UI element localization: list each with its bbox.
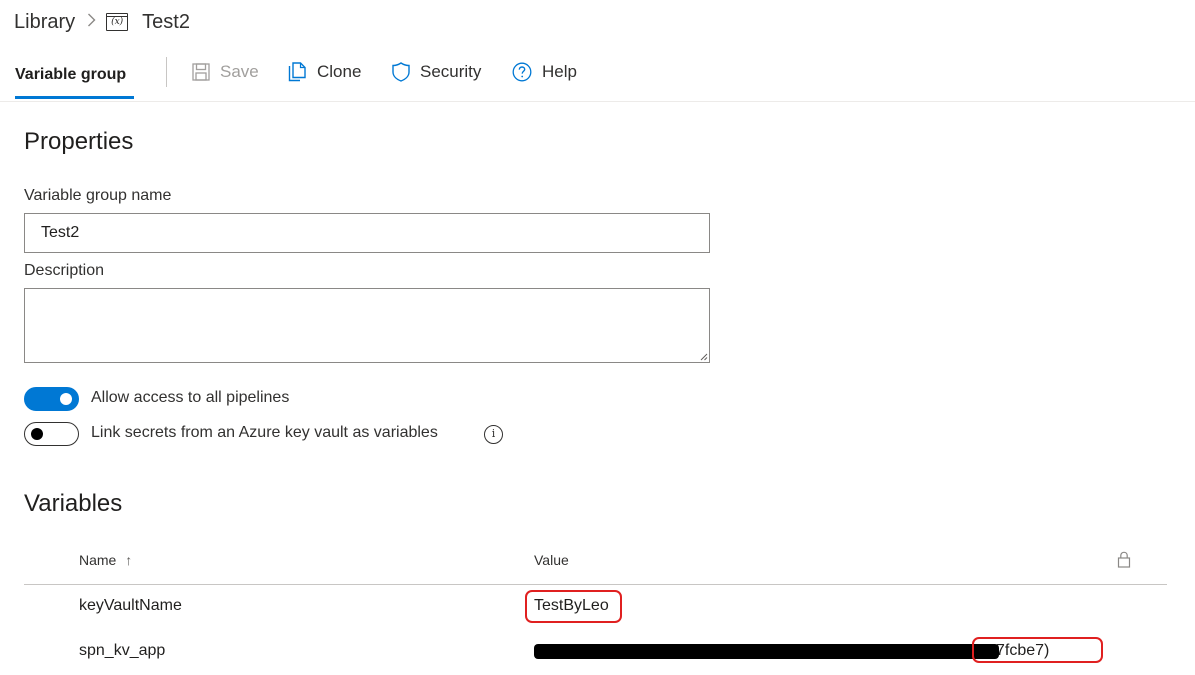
column-name-label: Name xyxy=(79,552,117,568)
help-icon xyxy=(512,62,532,82)
clone-icon xyxy=(288,62,306,82)
shield-icon xyxy=(392,62,410,82)
link-keyvault-toggle[interactable] xyxy=(24,422,79,446)
sort-ascending-icon: ↑ xyxy=(125,552,133,568)
breadcrumb: Library (x) Test2 xyxy=(14,8,190,36)
column-header-value: Value xyxy=(534,552,569,568)
group-name-label: Variable group name xyxy=(24,187,172,204)
toolbar-divider xyxy=(166,57,167,87)
description-label: Description xyxy=(24,262,105,279)
properties-heading: Properties xyxy=(24,128,134,155)
page-title: Test2 xyxy=(142,10,190,33)
table-header-divider xyxy=(24,584,1167,585)
link-keyvault-label: Link secrets from an Azure key vault as … xyxy=(91,424,438,441)
annotation-highlight xyxy=(525,590,622,623)
help-button[interactable]: Help xyxy=(512,60,577,84)
variable-name: keyVaultName xyxy=(79,597,182,614)
column-header-name[interactable]: Name ↑ xyxy=(79,552,132,568)
toggle-knob xyxy=(31,428,43,440)
chevron-right-icon xyxy=(87,13,96,32)
lock-icon xyxy=(1117,551,1131,568)
allow-access-toggle[interactable] xyxy=(24,387,79,411)
security-button[interactable]: Security xyxy=(392,60,481,84)
variable-group-icon: (x) xyxy=(106,13,129,31)
save-icon xyxy=(192,63,210,81)
clone-button[interactable]: Clone xyxy=(288,60,361,84)
save-button[interactable]: Save xyxy=(192,60,259,84)
security-button-label: Security xyxy=(420,62,482,81)
clone-button-label: Clone xyxy=(317,62,362,81)
save-button-label: Save xyxy=(220,62,259,81)
variable-name: spn_kv_app xyxy=(79,642,166,659)
redaction-bar xyxy=(534,644,999,659)
info-icon[interactable]: i xyxy=(484,425,503,444)
group-name-input[interactable]: Test2 xyxy=(24,213,710,253)
help-button-label: Help xyxy=(542,62,577,81)
variables-heading: Variables xyxy=(24,490,123,517)
description-textarea[interactable] xyxy=(24,288,710,363)
allow-access-label: Allow access to all pipelines xyxy=(91,389,290,406)
annotation-highlight xyxy=(972,637,1103,663)
resize-grip-icon[interactable] xyxy=(700,353,708,361)
toolbar: Variable group Save Clone Security Help xyxy=(0,50,1195,102)
breadcrumb-library-link[interactable]: Library xyxy=(14,11,75,34)
toggle-knob xyxy=(60,393,72,405)
tab-active-indicator xyxy=(15,96,134,99)
tab-variable-group[interactable]: Variable group xyxy=(15,50,126,100)
